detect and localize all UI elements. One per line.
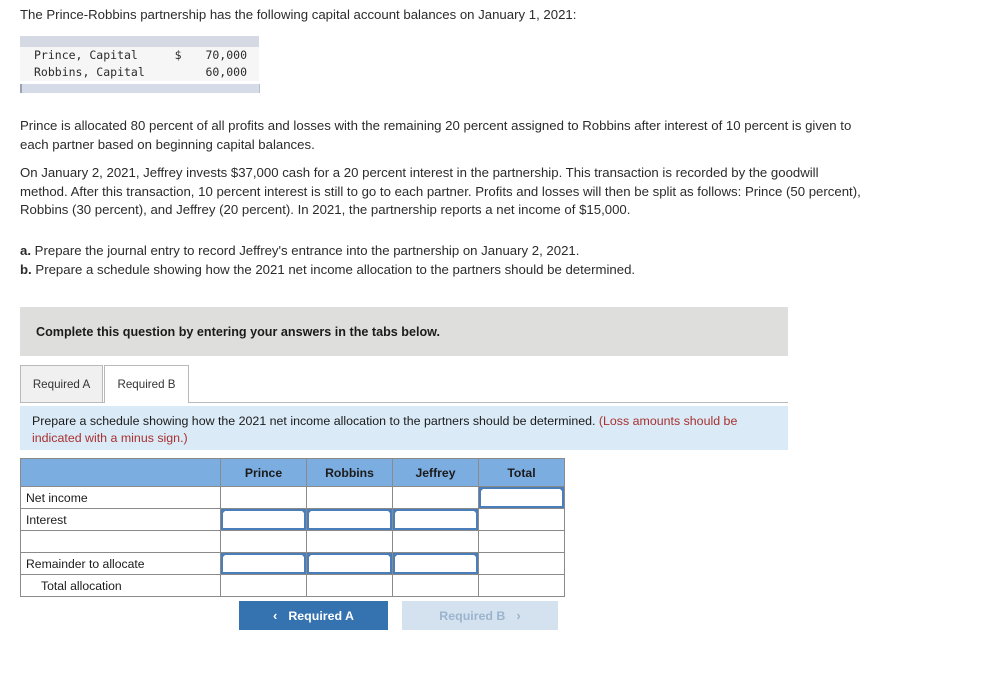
tab-required-a-label: Required A — [32, 377, 91, 391]
cell-value — [307, 531, 392, 552]
cell-remainder-prince[interactable] — [220, 552, 307, 575]
requirement-a: a. Prepare the journal entry to record J… — [20, 242, 850, 261]
cell-input[interactable] — [479, 487, 564, 508]
tab-required-a[interactable]: Required A — [20, 365, 103, 402]
cell-value — [479, 509, 564, 530]
cell-remainder-total[interactable] — [478, 552, 565, 575]
cell-input[interactable] — [221, 553, 306, 574]
table-row: Net income — [20, 486, 565, 509]
capital-balances-table: Prince, Capital $ 70,000 Robbins, Capita… — [20, 36, 259, 81]
cell-blank-jeffrey[interactable] — [392, 530, 479, 553]
requirement-a-key: a. — [20, 243, 31, 258]
capital-row-amount: 70,000 — [192, 47, 259, 64]
tab-active-mask — [105, 401, 188, 403]
capital-row-currency — [174, 64, 193, 81]
cell-value — [393, 575, 478, 596]
cell-value — [221, 531, 306, 552]
cell-value — [307, 575, 392, 596]
cell-value — [393, 531, 478, 552]
cell-input[interactable] — [307, 509, 392, 530]
requirement-b: b. Prepare a schedule showing how the 20… — [20, 261, 850, 280]
tab-required-b[interactable]: Required B — [104, 365, 189, 403]
row-label-total-allocation: Total allocation — [20, 574, 221, 597]
prev-required-a-button[interactable]: ‹ Required A — [239, 601, 388, 630]
requirement-a-text: Prepare the journal entry to record Jeff… — [34, 243, 580, 258]
cell-interest-total[interactable] — [478, 508, 565, 531]
table-row: Remainder to allocate — [20, 552, 565, 575]
cell-value — [307, 487, 392, 508]
cell-value — [479, 531, 564, 552]
capital-row-label: Robbins, Capital — [20, 64, 175, 81]
capital-table-bottom-bar — [20, 84, 260, 93]
table-header-jeffrey: Jeffrey — [392, 458, 479, 487]
capital-row-label: Prince, Capital — [20, 47, 175, 64]
row-label-interest: Interest — [20, 508, 221, 531]
cell-net-income-total[interactable] — [478, 486, 565, 509]
cell-value — [393, 487, 478, 508]
cell-total-allocation-prince[interactable] — [220, 574, 307, 597]
table-header-row: Prince Robbins Jeffrey Total — [20, 458, 565, 487]
cell-net-income-jeffrey[interactable] — [392, 486, 479, 509]
cell-total-allocation-total[interactable] — [478, 574, 565, 597]
table-header-robbins: Robbins — [306, 458, 393, 487]
table-header-total: Total — [478, 458, 565, 487]
cell-value — [479, 553, 564, 574]
table-row: Interest — [20, 508, 565, 531]
cell-input[interactable] — [221, 509, 306, 530]
prev-button-label: Required A — [288, 608, 354, 623]
instruction-main-text: Prepare a schedule showing how the 2021 … — [32, 414, 599, 428]
table-header-corner — [20, 458, 221, 487]
capital-table-top-bar — [20, 36, 259, 47]
table-header-prince: Prince — [220, 458, 307, 487]
cell-net-income-prince[interactable] — [220, 486, 307, 509]
row-label-net-income: Net income — [20, 486, 221, 509]
table-row — [20, 530, 565, 553]
cell-input[interactable] — [307, 553, 392, 574]
cell-blank-prince[interactable] — [220, 530, 307, 553]
net-income-allocation-table: Prince Robbins Jeffrey Total Net income … — [20, 458, 565, 597]
capital-row-prince: Prince, Capital $ 70,000 — [20, 47, 259, 64]
cell-interest-jeffrey[interactable] — [392, 508, 479, 531]
cell-input[interactable] — [393, 553, 478, 574]
cell-remainder-jeffrey[interactable] — [392, 552, 479, 575]
cell-total-allocation-jeffrey[interactable] — [392, 574, 479, 597]
cell-input[interactable] — [393, 509, 478, 530]
chevron-right-icon: › — [516, 608, 521, 623]
cell-value — [479, 575, 564, 596]
tab-strip: Required A Required B — [20, 365, 788, 404]
tab-required-b-label: Required B — [117, 377, 176, 391]
cell-remainder-robbins[interactable] — [306, 552, 393, 575]
paragraph-jeffrey-investment: On January 2, 2021, Jeffrey invests $37,… — [20, 165, 861, 217]
next-button-label: Required B — [439, 608, 506, 623]
complete-question-banner-text: Complete this question by entering your … — [36, 324, 440, 339]
chevron-left-icon: ‹ — [273, 608, 278, 623]
cell-total-allocation-robbins[interactable] — [306, 574, 393, 597]
intro-paragraph: The Prince-Robbins partnership has the f… — [20, 7, 577, 22]
capital-row-robbins: Robbins, Capital 60,000 — [20, 64, 259, 81]
requirement-b-text: Prepare a schedule showing how the 2021 … — [35, 261, 636, 277]
requirement-b-key: b. — [20, 261, 32, 277]
navigation-buttons: ‹ Required A Required B › — [239, 601, 659, 630]
capital-row-amount: 60,000 — [192, 64, 259, 81]
cell-net-income-robbins[interactable] — [306, 486, 393, 509]
cell-blank-total[interactable] — [478, 530, 565, 553]
requirements-list: a. Prepare the journal entry to record J… — [20, 242, 850, 279]
complete-question-banner: Complete this question by entering your … — [20, 307, 788, 356]
instruction-box: Prepare a schedule showing how the 2021 … — [20, 406, 788, 450]
cell-blank-robbins[interactable] — [306, 530, 393, 553]
cell-value — [221, 487, 306, 508]
row-label-remainder-to-allocate: Remainder to allocate — [20, 552, 221, 575]
capital-row-currency: $ — [174, 47, 193, 64]
row-label-blank — [20, 530, 221, 553]
cell-interest-robbins[interactable] — [306, 508, 393, 531]
cell-value — [221, 575, 306, 596]
paragraph-profit-allocation: Prince is allocated 80 percent of all pr… — [20, 118, 852, 152]
cell-interest-prince[interactable] — [220, 508, 307, 531]
table-row: Total allocation — [20, 574, 565, 597]
next-required-b-button[interactable]: Required B › — [402, 601, 558, 630]
